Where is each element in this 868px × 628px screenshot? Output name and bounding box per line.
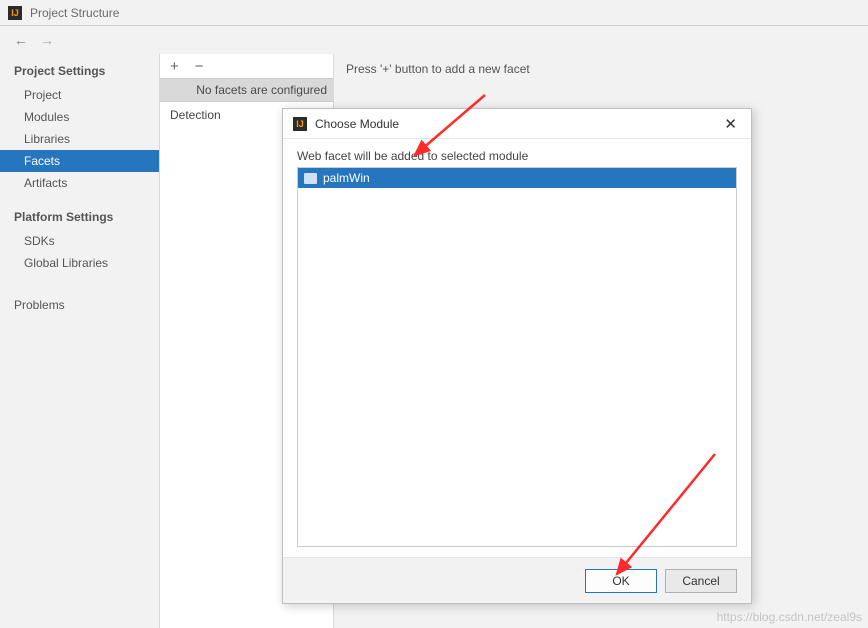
main-hint: Press '+' button to add a new facet [346,62,856,76]
no-facets-label: No facets are configured [160,78,333,102]
dialog-titlebar: IJ Choose Module ✕ [283,109,751,139]
sidebar-item-sdks[interactable]: SDKs [0,230,159,252]
close-icon[interactable]: ✕ [720,115,741,133]
choose-module-dialog: IJ Choose Module ✕ Web facet will be add… [282,108,752,604]
add-facet-button[interactable]: + [170,58,179,75]
module-list-item[interactable]: palmWin [298,168,736,188]
settings-sidebar: Project Settings Project Modules Librari… [0,54,160,628]
remove-facet-button[interactable]: − [195,58,204,75]
facets-toolbar: + − [160,54,333,78]
app-icon: IJ [8,6,22,20]
dialog-title: Choose Module [315,117,712,131]
app-icon: IJ [293,117,307,131]
dialog-footer: OK Cancel [283,557,751,603]
module-list[interactable]: palmWin [297,167,737,547]
ok-button[interactable]: OK [585,569,657,593]
window-titlebar: IJ Project Structure [0,0,868,26]
sidebar-item-artifacts[interactable]: Artifacts [0,172,159,194]
sidebar-item-libraries[interactable]: Libraries [0,128,159,150]
cancel-button[interactable]: Cancel [665,569,737,593]
sidebar-item-global-libraries[interactable]: Global Libraries [0,252,159,274]
module-name: palmWin [323,171,370,185]
dialog-body: Web facet will be added to selected modu… [283,139,751,557]
back-button[interactable]: ← [14,32,28,48]
dialog-hint: Web facet will be added to selected modu… [297,149,737,163]
sidebar-item-problems[interactable]: Problems [0,294,159,316]
folder-icon [304,173,317,184]
window-title: Project Structure [30,6,119,20]
section-platform-settings: Platform Settings [0,204,159,230]
nav-history: ← → [0,26,868,54]
sidebar-item-project[interactable]: Project [0,84,159,106]
sidebar-item-facets[interactable]: Facets [0,150,159,172]
section-project-settings: Project Settings [0,58,159,84]
forward-button[interactable]: → [40,32,54,48]
sidebar-item-modules[interactable]: Modules [0,106,159,128]
